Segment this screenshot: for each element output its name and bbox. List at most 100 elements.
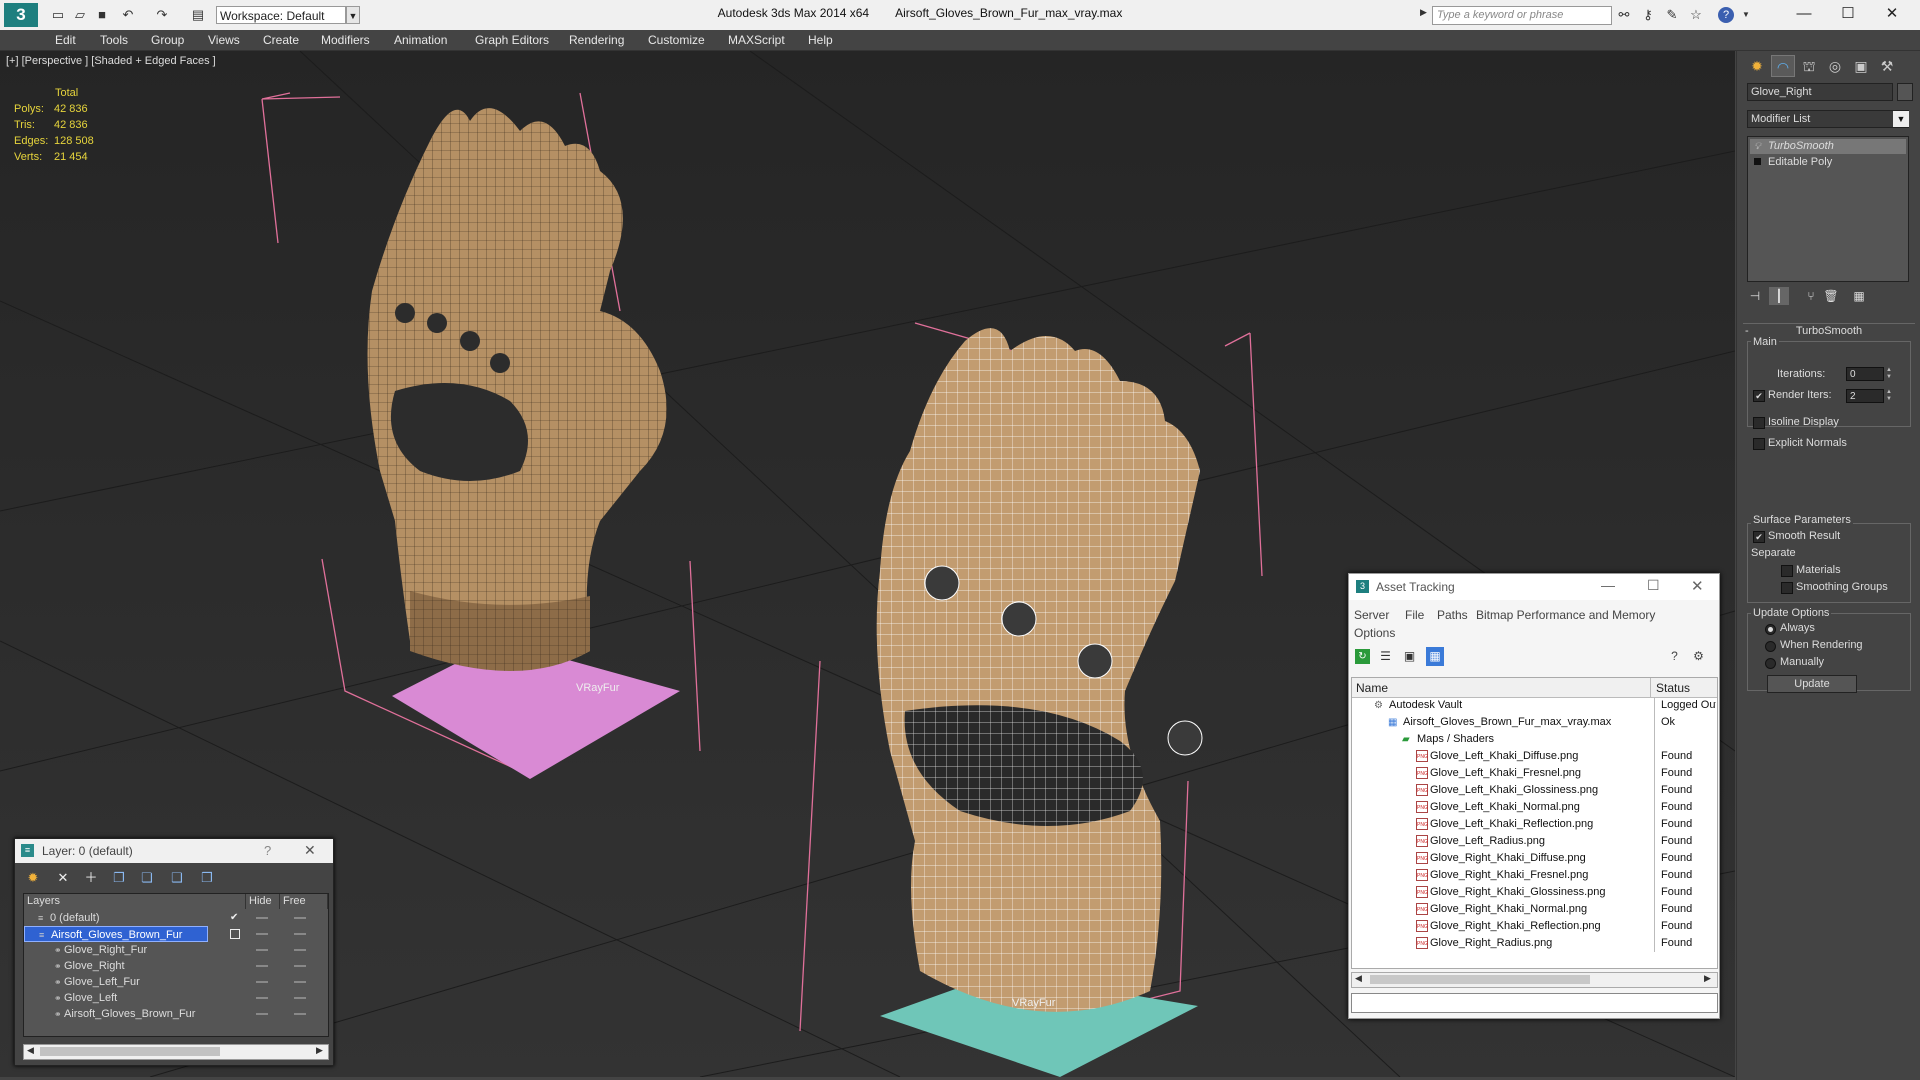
motion-tab-icon[interactable]: ◎ [1823,55,1847,77]
menu-bitmap-performance[interactable]: Bitmap Performance and Memory [1476,608,1655,622]
layer-row[interactable]: ⚭ Airsoft_Gloves_Brown_Fur [24,1006,328,1022]
menu-maxscript[interactable]: MAXScript [728,33,785,47]
materials-checkbox[interactable] [1781,565,1793,577]
show-end-result-icon[interactable]: ┃ [1769,287,1789,305]
menu-customize[interactable]: Customize [648,33,705,47]
help-icon[interactable]: ? [264,843,271,858]
select-in-layer-icon[interactable]: ❐ [111,870,127,886]
menu-server[interactable]: Server [1354,608,1389,622]
chevron-down-icon[interactable]: ▼ [1893,111,1909,127]
menu-options[interactable]: Options [1354,626,1395,640]
maximize-button[interactable]: ☐ [1647,577,1660,594]
display-tab-icon[interactable]: ▣ [1849,55,1873,77]
menu-views[interactable]: Views [208,33,240,47]
freeze-all-layers-icon[interactable]: ❒ [199,870,215,886]
hide-toggle[interactable] [256,997,268,999]
open-file-icon[interactable]: ▱ [72,7,88,23]
asset-row[interactable]: PNG Glove_Left_Radius.png Found [1354,833,1716,850]
chevron-down-icon[interactable]: ▼ [346,6,360,24]
communication-icon[interactable]: ✎ [1664,7,1680,23]
isoline-display-checkbox[interactable] [1753,417,1765,429]
menu-file[interactable]: File [1405,608,1424,622]
menu-rendering[interactable]: Rendering [569,33,624,47]
column-freeze[interactable]: Free [280,894,328,909]
layer-name-cell[interactable]: ≡ 0 (default) [24,910,208,926]
settings-icon[interactable]: ⚙ [1691,649,1706,664]
refresh-icon[interactable]: ↻ [1355,649,1370,664]
remove-modifier-icon[interactable]: 🗑︎ [1821,287,1841,305]
asset-row[interactable]: PNG Glove_Right_Khaki_Diffuse.png Found [1354,850,1716,867]
workspace-dropdown[interactable]: Workspace: Default [216,6,346,24]
scroll-thumb[interactable] [1370,975,1590,984]
hierarchy-tab-icon[interactable]: ⛫ [1797,55,1821,77]
menu-create[interactable]: Create [263,33,299,47]
asset-path-input[interactable] [1351,993,1718,1013]
scroll-right-icon[interactable]: ▶ [316,1045,323,1056]
menu-animation[interactable]: Animation [394,33,447,47]
save-file-icon[interactable]: ■ [94,7,110,23]
binoculars-icon[interactable]: ⚯ [1616,7,1632,23]
help-icon[interactable]: ? [1667,649,1682,664]
menu-modifiers[interactable]: Modifiers [321,33,370,47]
asset-row[interactable]: ▦ Airsoft_Gloves_Brown_Fur_max_vray.max Ok [1354,714,1716,731]
layer-name-cell[interactable]: ≡ Airsoft_Gloves_Brown_Fur [24,926,208,942]
layer-name-cell[interactable]: ⚭ Glove_Right [24,958,208,974]
configure-sets-icon[interactable]: ▦ [1849,287,1869,305]
freeze-toggle[interactable] [294,965,306,967]
smooth-result-checkbox[interactable]: ✔ [1753,531,1765,543]
object-name-field[interactable]: Glove_Right [1747,83,1893,101]
asset-window-titlebar[interactable]: 3 Asset Tracking — ☐ ✕ [1349,574,1719,600]
layer-name-cell[interactable]: ⚭ Glove_Right_Fur [24,942,208,958]
menu-group[interactable]: Group [151,33,184,47]
hide-toggle[interactable] [256,965,268,967]
scroll-thumb[interactable] [40,1047,220,1056]
asset-row[interactable]: ⚙ Autodesk Vault Logged Out [1354,697,1716,714]
menu-paths[interactable]: Paths [1437,608,1468,622]
column-name[interactable]: Name [1356,681,1388,695]
stack-item-editable-poly[interactable]: Editable Poly [1750,155,1906,170]
layer-name-cell[interactable]: ⚭ Glove_Left_Fur [24,974,208,990]
delete-layer-icon[interactable]: ✕ [55,870,71,886]
freeze-toggle[interactable] [294,981,306,983]
menu-tools[interactable]: Tools [100,33,128,47]
list-view-icon[interactable]: ☰ [1378,649,1393,664]
object-color-swatch[interactable] [1897,83,1913,101]
redo-icon[interactable]: ↷ [154,7,170,23]
menu-edit[interactable]: Edit [55,33,76,47]
freeze-toggle[interactable] [294,997,306,999]
scroll-left-icon[interactable]: ◀ [27,1045,34,1056]
menu-help[interactable]: Help [808,33,833,47]
hide-toggle[interactable] [256,933,268,935]
app-logo-icon[interactable]: 3 [4,3,38,27]
hide-toggle[interactable] [256,981,268,983]
asset-row[interactable]: PNG Glove_Right_Khaki_Normal.png Found [1354,901,1716,918]
asset-row[interactable]: PNG Glove_Left_Khaki_Normal.png Found [1354,799,1716,816]
layer-row[interactable]: ⚭ Glove_Left_Fur [24,974,328,990]
asset-row[interactable]: PNG Glove_Left_Khaki_Glossiness.png Found [1354,782,1716,799]
lightbulb-icon[interactable]: 💡︎ [1754,139,1761,154]
hide-all-layers-icon[interactable]: ❑ [169,870,185,886]
hide-toggle[interactable] [256,1013,268,1015]
freeze-toggle[interactable] [294,933,306,935]
help-icon[interactable]: ? [1718,7,1734,23]
minimize-button[interactable]: — [1601,577,1615,593]
layer-name-cell[interactable]: ⚭ Airsoft_Gloves_Brown_Fur [24,1006,208,1022]
freeze-toggle[interactable] [294,917,306,919]
asset-row[interactable]: ▰ Maps / Shaders [1354,731,1716,748]
search-input[interactable]: Type a keyword or phrase [1432,6,1612,25]
highlight-layer-icon[interactable]: ❏ [139,870,155,886]
thumbnail-view-icon[interactable]: ▣ [1402,649,1417,664]
minimize-button[interactable]: — [1782,2,1826,26]
column-layers[interactable]: Layers [24,894,246,909]
key-icon[interactable]: ⚷ [1640,7,1656,23]
search-expand-icon[interactable]: ▶ [1420,7,1430,23]
always-radio[interactable] [1765,624,1776,635]
modify-tab-icon[interactable]: ◠ [1771,55,1795,77]
layer-window-titlebar[interactable]: ≡ Layer: 0 (default) ? ✕ [15,839,333,863]
render-iters-spinner[interactable]: 2 [1846,389,1884,403]
collapse-icon[interactable]: - [1745,324,1749,338]
layer-row[interactable]: ⚭ Glove_Right_Fur [24,942,328,958]
favorites-star-icon[interactable]: ☆ [1688,7,1704,23]
manually-radio[interactable] [1765,658,1776,669]
table-view-icon[interactable]: ▦ [1426,647,1444,666]
